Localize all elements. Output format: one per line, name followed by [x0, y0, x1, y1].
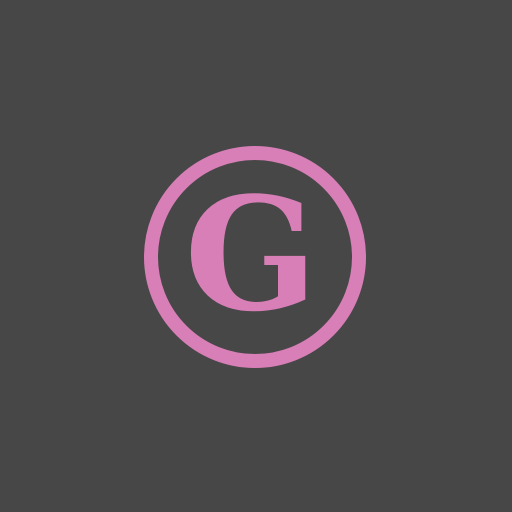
- logo-letter: G: [184, 163, 317, 346]
- g-in-circle-icon: G: [144, 146, 366, 368]
- icon-canvas: G: [0, 0, 512, 512]
- g-circle-logo: G: [143, 145, 367, 369]
